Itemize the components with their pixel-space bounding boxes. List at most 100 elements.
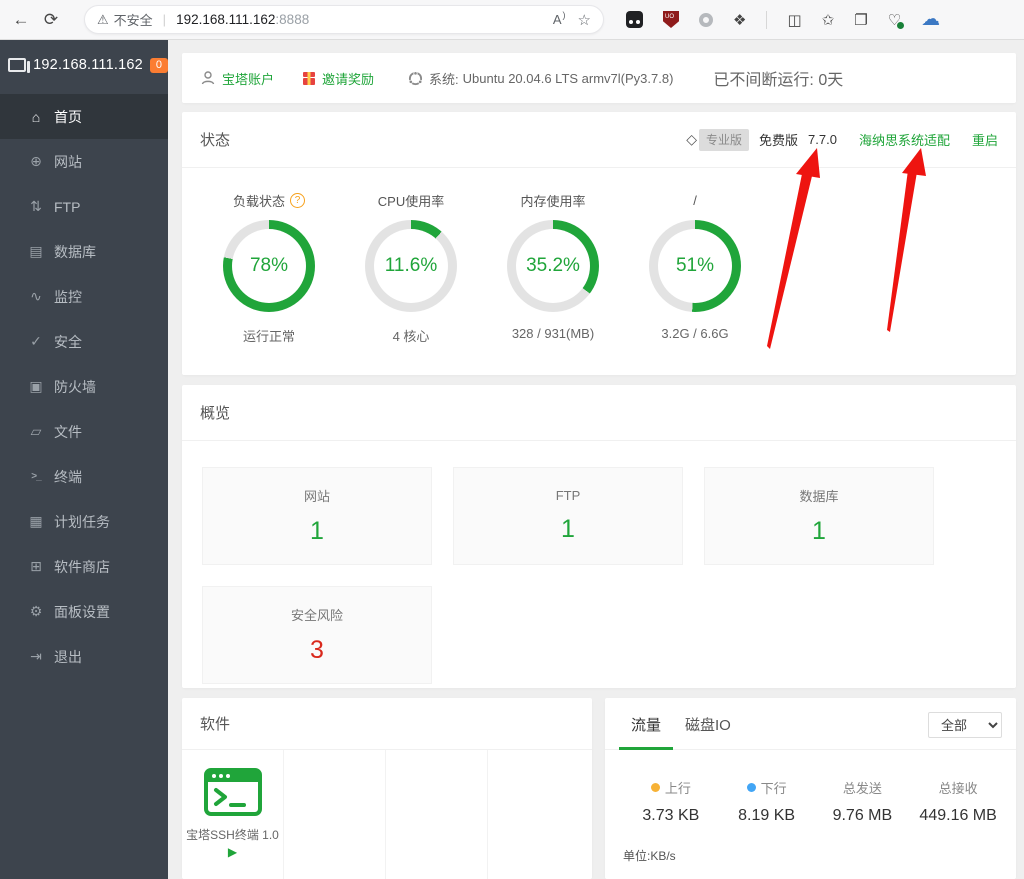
- overview-card-ftp[interactable]: FTP 1: [453, 467, 683, 565]
- extension-ring-icon[interactable]: [699, 13, 713, 27]
- stat-label: 下行: [761, 778, 787, 797]
- bt-account-link[interactable]: 宝塔账户: [200, 69, 274, 88]
- overview-value: 1: [310, 517, 324, 546]
- sidebar-item-logout[interactable]: ⇥ 退出: [0, 634, 168, 679]
- gauge-label: 负载状态: [233, 191, 285, 210]
- overview-card-database[interactable]: 数据库 1: [704, 467, 934, 565]
- sidebar-item-files[interactable]: ▱ 文件: [0, 409, 168, 454]
- gauge-value: 35.2%: [526, 255, 580, 277]
- extensions-puzzle-icon[interactable]: ❖: [733, 11, 746, 29]
- software-empty-cell: [386, 750, 488, 879]
- monitor-chart-icon: ∿: [26, 288, 46, 305]
- status-title: 状态: [200, 129, 230, 150]
- address-bar[interactable]: ⚠ 不安全 | 192.168.111.162 :8888 A ☆: [84, 5, 604, 34]
- server-identity: 192.168.111.162 0: [0, 40, 168, 90]
- system-value: Ubuntu 20.04.6 LTS armv7l(Py3.7.8): [463, 71, 674, 86]
- gauge-ring: 78%: [223, 220, 315, 312]
- calendar-icon: ▦: [26, 513, 46, 530]
- ublock-shield-icon[interactable]: [663, 11, 679, 28]
- split-screen-icon[interactable]: ◫: [787, 11, 801, 29]
- stat-value: 9.76 MB: [833, 807, 893, 825]
- sidebar-item-security[interactable]: ✓ 安全: [0, 319, 168, 364]
- sidebar-menu: ⌂ 首页 ⊕ 网站 ⇅ FTP ▤ 数据库 ∿ 监控 ✓ 安全 ▣ 防火墙 ▱: [0, 94, 168, 679]
- back-button[interactable]: ←: [6, 10, 36, 30]
- gauge-load[interactable]: 负载状态 ? 78% 运行正常: [198, 190, 340, 345]
- sidebar-item-terminal[interactable]: >_ 终端: [0, 454, 168, 499]
- gauge-label: CPU使用率: [378, 191, 444, 210]
- gauge-value: 11.6%: [385, 255, 437, 277]
- sidebar-item-cron[interactable]: ▦ 计划任务: [0, 499, 168, 544]
- address-divider: |: [163, 12, 166, 27]
- firewall-shield-icon: ▣: [26, 378, 46, 395]
- security-check-icon: ✓: [26, 333, 46, 350]
- software-title: 软件: [200, 713, 230, 734]
- sidebar-item-database[interactable]: ▤ 数据库: [0, 229, 168, 274]
- security-label[interactable]: 不安全: [114, 10, 153, 29]
- free-version-label: 免费版: [759, 130, 798, 149]
- gauge-value: 51%: [676, 255, 714, 277]
- stat-label: 上行: [665, 778, 691, 797]
- diamond-icon: ◇: [686, 131, 697, 148]
- overview-card-security-risk[interactable]: 安全风险 3: [202, 586, 432, 684]
- software-item-bt-ssh[interactable]: 宝塔SSH终端 1.0 ▶: [182, 750, 284, 879]
- stat-downstream: 下行 8.19 KB: [719, 778, 815, 825]
- message-count-badge[interactable]: 0: [150, 58, 168, 73]
- home-icon: ⌂: [26, 109, 46, 125]
- gauge-ring: 51%: [649, 220, 741, 312]
- gauge-memory[interactable]: 内存使用率 35.2% 328 / 931(MB): [482, 190, 624, 345]
- info-topbar: 宝塔账户 邀请奖励 系统: Ubuntu 20.04.6 LTS armv7l(…: [182, 53, 1016, 103]
- overview-title: 概览: [200, 402, 230, 423]
- gauge-sublabel: 328 / 931(MB): [512, 326, 594, 341]
- downstream-dot-icon: [747, 783, 756, 792]
- sidebar-item-settings[interactable]: ⚙ 面板设置: [0, 589, 168, 634]
- sidebar-item-home[interactable]: ⌂ 首页: [0, 94, 168, 139]
- stat-value: 3.73 KB: [642, 807, 699, 825]
- cloud-sync-icon[interactable]: ☁: [921, 8, 940, 31]
- sidebar-item-monitor[interactable]: ∿ 监控: [0, 274, 168, 319]
- sidebar-item-ftp[interactable]: ⇅ FTP: [0, 184, 168, 229]
- tab-disk-io[interactable]: 磁盘IO: [673, 714, 743, 749]
- favorites-bar-icon[interactable]: ✩: [822, 11, 835, 29]
- sidebar: 192.168.111.162 0 ⌂ 首页 ⊕ 网站 ⇅ FTP ▤ 数据库 …: [0, 40, 168, 879]
- software-empty-cell: [284, 750, 386, 879]
- traffic-filter-select[interactable]: 全部: [928, 712, 1002, 738]
- overview-label: 安全风险: [291, 605, 343, 624]
- refresh-button[interactable]: ⟳: [36, 10, 66, 30]
- overview-card-website[interactable]: 网站 1: [202, 467, 432, 565]
- ssh-terminal-app-icon: [204, 768, 262, 816]
- pro-version-badge[interactable]: ◇ 专业版: [686, 129, 749, 151]
- extension-dark-icon[interactable]: [626, 11, 643, 28]
- sidebar-item-appstore[interactable]: ⊞ 软件商店: [0, 544, 168, 589]
- collections-icon[interactable]: ❐: [854, 11, 867, 29]
- sidebar-item-firewall[interactable]: ▣ 防火墙: [0, 364, 168, 409]
- tab-traffic[interactable]: 流量: [619, 714, 673, 749]
- grid-apps-icon: ⊞: [26, 558, 46, 575]
- hinas-adapt-link[interactable]: 海纳思系统适配: [859, 130, 950, 149]
- globe-icon: ⊕: [26, 153, 46, 170]
- sidebar-item-label: 计划任务: [54, 512, 110, 532]
- invite-reward-label: 邀请奖励: [322, 69, 374, 88]
- panel-version: 7.7.0: [808, 132, 837, 147]
- system-label: 系统:: [429, 69, 459, 88]
- sidebar-item-label: 首页: [54, 107, 82, 127]
- browser-essentials-icon[interactable]: ♡: [888, 11, 901, 29]
- url-host: 192.168.111.162: [176, 12, 275, 27]
- gauge-root-disk[interactable]: / 51% 3.2G / 6.6G: [624, 190, 766, 345]
- read-aloud-icon[interactable]: A: [553, 12, 562, 27]
- stat-total-sent: 总发送 9.76 MB: [815, 778, 911, 825]
- sidebar-item-website[interactable]: ⊕ 网站: [0, 139, 168, 184]
- restart-link[interactable]: 重启: [972, 130, 998, 149]
- help-icon[interactable]: ?: [290, 193, 305, 208]
- bt-account-label: 宝塔账户: [222, 69, 274, 88]
- app-run-button[interactable]: ▶: [228, 845, 237, 859]
- gear-icon: ⚙: [26, 603, 46, 620]
- gauges-row: 负载状态 ? 78% 运行正常 CPU使用率 11.6% 4 核心 内存使用率 …: [182, 168, 1016, 345]
- sidebar-item-label: 文件: [54, 422, 82, 442]
- sidebar-item-label: FTP: [54, 199, 80, 215]
- invite-reward-link[interactable]: 邀请奖励: [302, 69, 374, 88]
- gift-icon: [302, 70, 316, 86]
- overview-label: FTP: [556, 488, 581, 503]
- gauge-cpu[interactable]: CPU使用率 11.6% 4 核心: [340, 190, 482, 345]
- favorite-star-icon[interactable]: ☆: [578, 11, 591, 29]
- sidebar-item-label: 退出: [54, 647, 82, 667]
